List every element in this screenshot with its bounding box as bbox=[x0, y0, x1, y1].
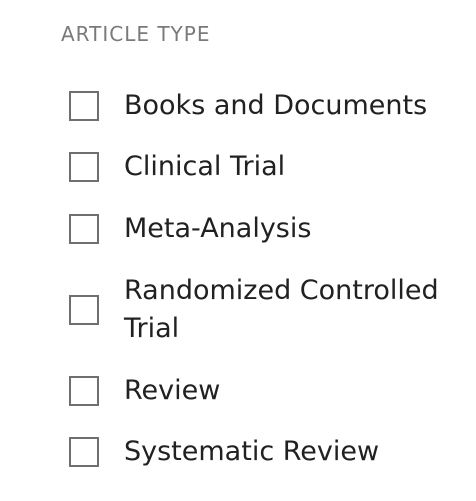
option-randomized-controlled-trial[interactable]: Randomized Controlled Trial bbox=[69, 272, 444, 348]
option-label: Review bbox=[124, 375, 221, 406]
option-label: Systematic Review bbox=[124, 436, 380, 467]
checkbox[interactable] bbox=[69, 295, 99, 325]
checkbox[interactable] bbox=[69, 214, 99, 244]
option-books-and-documents[interactable]: Books and Documents bbox=[69, 87, 444, 125]
checkbox[interactable] bbox=[69, 152, 99, 182]
option-label: Meta-Analysis bbox=[124, 213, 312, 244]
option-label: Clinical Trial bbox=[124, 151, 286, 182]
checkbox[interactable] bbox=[69, 437, 99, 467]
article-type-filter: ARTICLE TYPE Books and Documents Clinica… bbox=[0, 0, 476, 501]
option-meta-analysis[interactable]: Meta-Analysis bbox=[69, 210, 444, 248]
checkbox[interactable] bbox=[69, 376, 99, 406]
option-label: Books and Documents bbox=[124, 90, 428, 121]
section-heading: ARTICLE TYPE bbox=[61, 22, 211, 46]
option-label: Randomized Controlled Trial bbox=[124, 275, 439, 344]
checkbox[interactable] bbox=[69, 91, 99, 121]
option-clinical-trial[interactable]: Clinical Trial bbox=[69, 148, 444, 186]
option-systematic-review[interactable]: Systematic Review bbox=[69, 433, 444, 471]
option-review[interactable]: Review bbox=[69, 372, 444, 410]
